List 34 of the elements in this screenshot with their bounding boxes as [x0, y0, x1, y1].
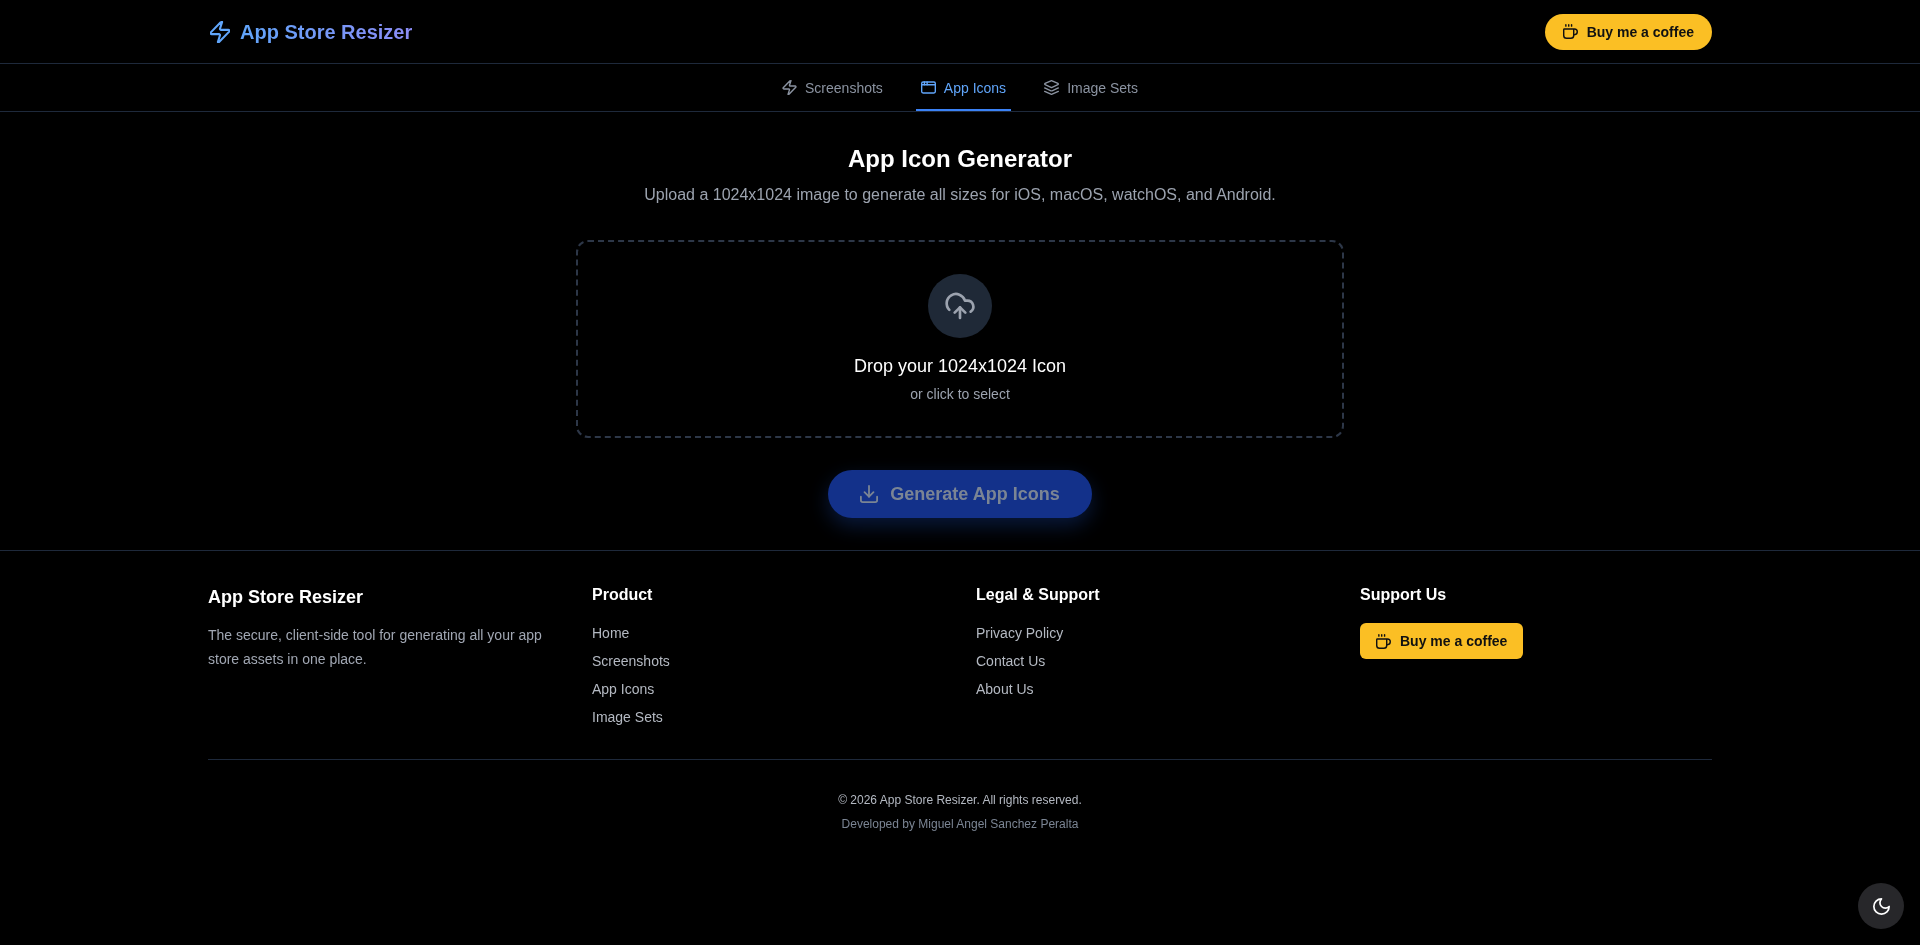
moon-icon [1872, 897, 1890, 915]
footer-title: App Store Resizer [208, 586, 364, 609]
lightning-bolt-icon [210, 20, 230, 43]
dropzone-title: Drop your 1024x1024 Icon [853, 355, 1067, 378]
footer-heading: Support Us [1360, 585, 1447, 605]
footer-link[interactable]: Privacy Policy [976, 623, 1064, 643]
cloud-upload-icon [928, 274, 992, 338]
coffee-button[interactable]: Buy me a coffee [1360, 623, 1524, 659]
coffee-button[interactable]: Buy me a coffee [1544, 13, 1712, 50]
footer-link[interactable]: Screenshots [592, 651, 670, 671]
footer-description: The secure, client-side tool for generating all your app store assets in one place. [208, 626, 543, 669]
footer-link[interactable]: Contact Us [976, 651, 1064, 671]
footer-link[interactable]: App Icons [592, 679, 670, 699]
page-subtitle: Upload a 1024x1024 image to generate all sizes for iOS, macOS, watchOS, and Android. [644, 185, 1276, 205]
footer-heading: Legal & Support [976, 585, 1100, 605]
dropzone-hint: or click to select [910, 385, 1010, 404]
coffee-cup-icon [1376, 633, 1391, 649]
download-icon [860, 485, 879, 503]
credit-text: Developed by Miguel Angel Sanchez Peralta [841, 816, 1079, 832]
lightning-bolt-icon [782, 80, 798, 95]
coffee-cup-icon [1562, 24, 1578, 39]
tab[interactable]: Screenshots [777, 64, 888, 111]
tab[interactable]: App Icons [915, 64, 1012, 111]
page-title: App Icon Generator [848, 144, 1072, 174]
footer-link[interactable]: About Us [976, 679, 1064, 699]
footer-heading: Product [592, 585, 653, 605]
app-window-icon [920, 80, 936, 95]
theme-toggle-button[interactable] [1858, 883, 1904, 929]
layers-icon [1044, 80, 1060, 95]
footer-link[interactable]: Home [592, 623, 670, 643]
copyright-text: © 2026 App Store Resizer. All rights reserved. [838, 792, 1082, 808]
upload-dropzone[interactable]: Drop your 1024x1024 Icon or click to select [576, 240, 1344, 438]
tab[interactable]: Image Sets [1039, 64, 1143, 111]
footer-link[interactable]: Image Sets [592, 707, 670, 727]
